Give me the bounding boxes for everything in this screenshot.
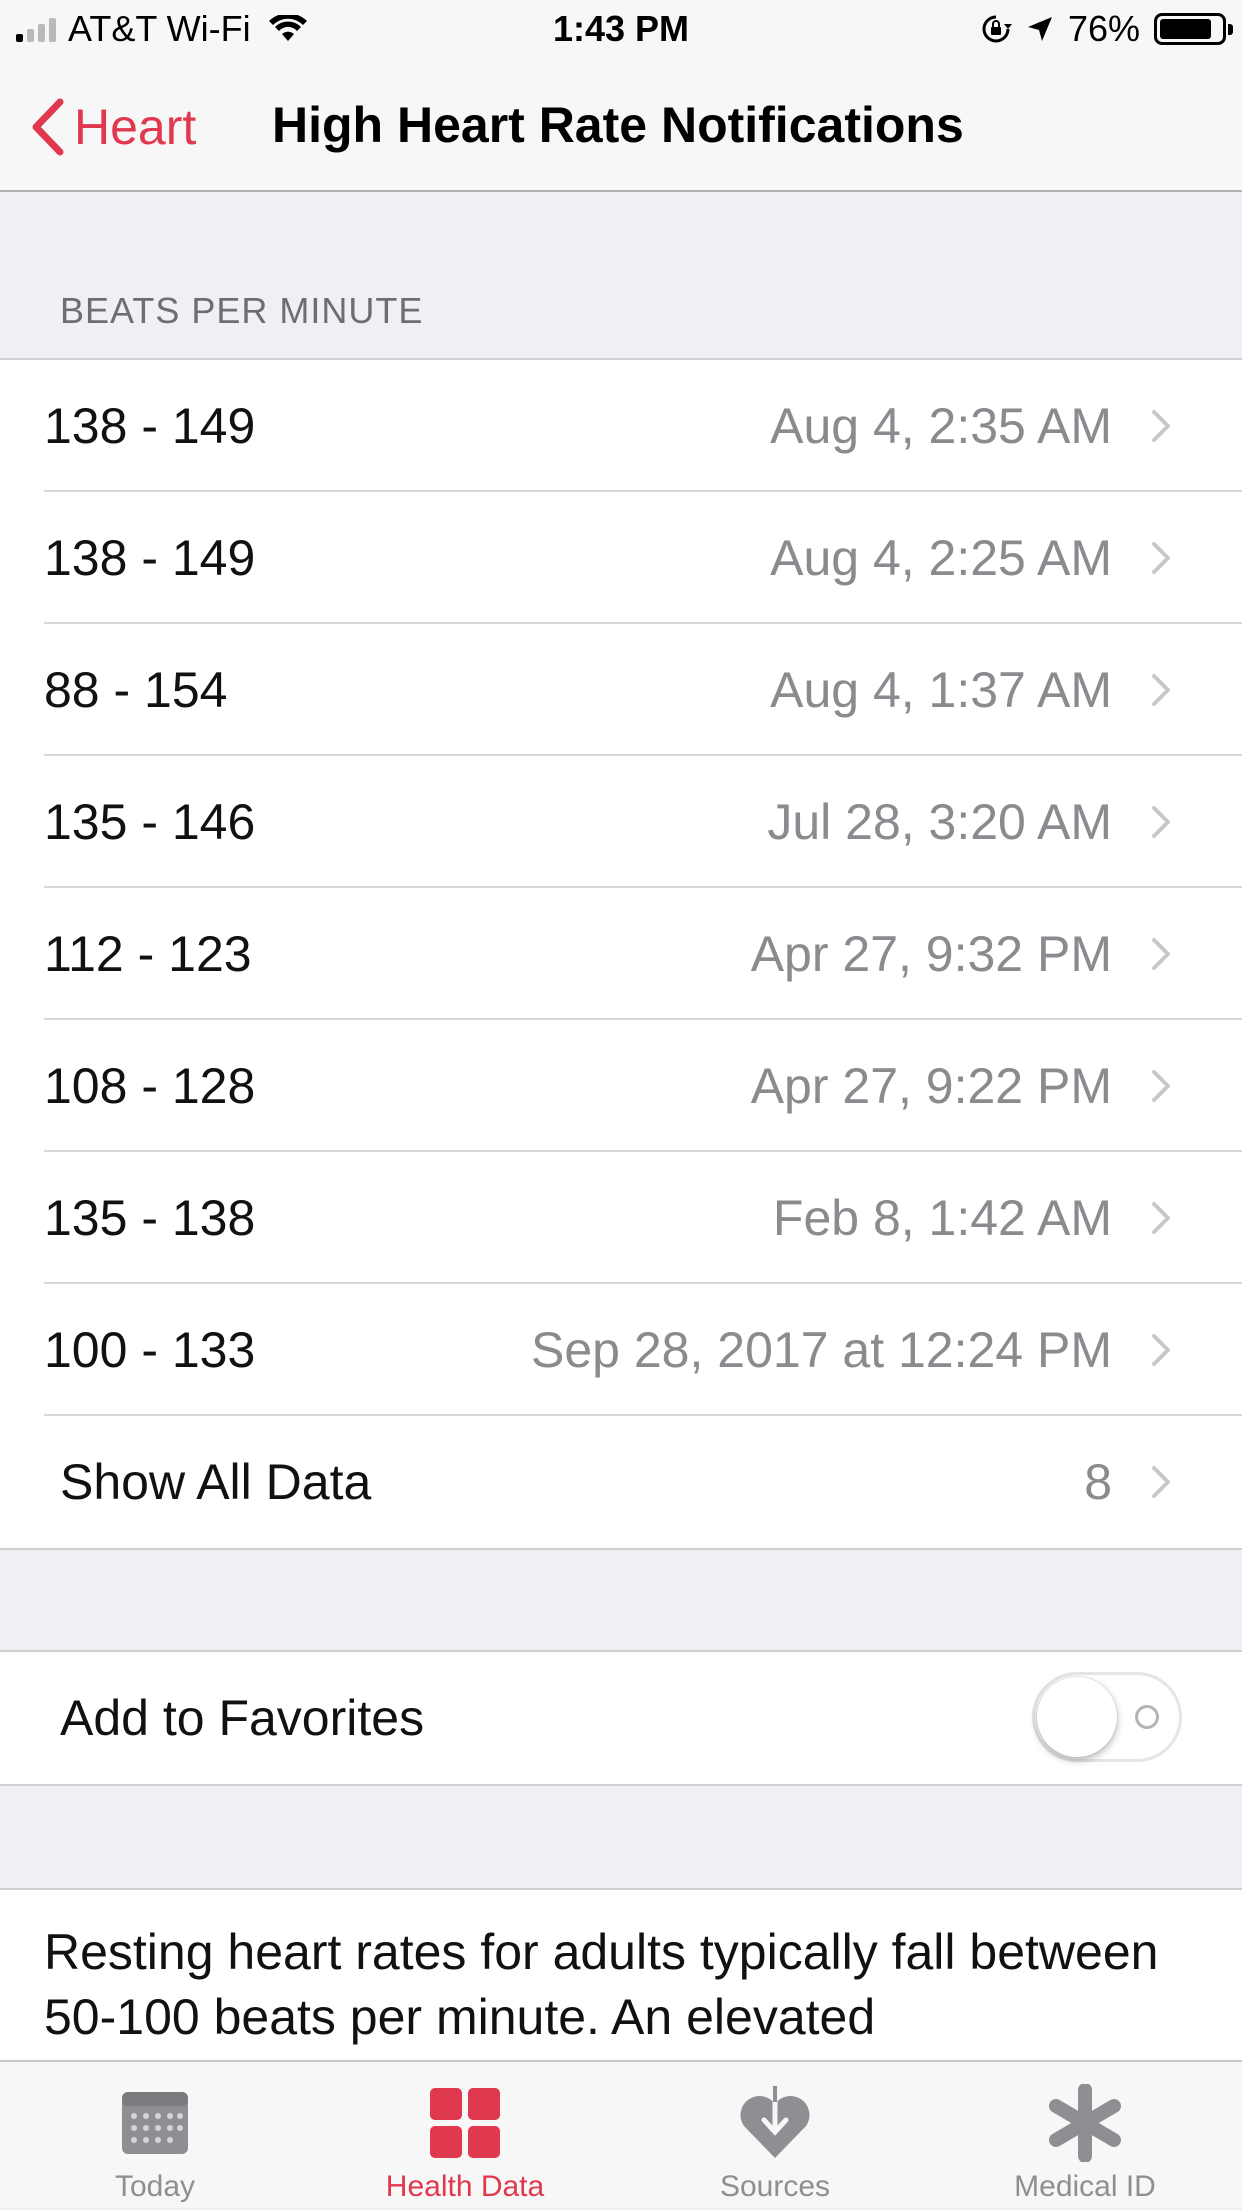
add-to-favorites-toggle[interactable] bbox=[1032, 1672, 1182, 1762]
reading-range: 135 - 138 bbox=[44, 1190, 256, 1246]
reading-date: Jul 28, 3:20 AM bbox=[767, 794, 1112, 850]
reading-range: 112 - 123 bbox=[44, 926, 252, 982]
description-text: Resting heart rates for adults typically… bbox=[44, 1924, 1159, 2045]
reading-row[interactable]: 135 - 146 Jul 28, 3:20 AM bbox=[0, 756, 1242, 888]
reading-row[interactable]: 112 - 123 Apr 27, 9:32 PM bbox=[0, 888, 1242, 1020]
reading-range: 135 - 146 bbox=[44, 794, 256, 850]
section-header: BEATS PER MINUTE bbox=[60, 290, 424, 331]
back-label: Heart bbox=[74, 99, 197, 155]
chevron-right-icon bbox=[1152, 1070, 1170, 1102]
reading-range: 138 - 149 bbox=[44, 530, 256, 586]
reading-date: Aug 4, 2:35 AM bbox=[770, 398, 1112, 454]
reading-date: Feb 8, 1:42 AM bbox=[772, 1190, 1112, 1246]
chevron-right-icon bbox=[1152, 410, 1170, 442]
asterisk-icon bbox=[1049, 2084, 1121, 2162]
reading-row[interactable]: 138 - 149 Aug 4, 2:35 AM bbox=[0, 360, 1242, 492]
reading-row[interactable]: 108 - 128 Apr 27, 9:22 PM bbox=[0, 1020, 1242, 1152]
orientation-lock-icon bbox=[982, 15, 1012, 43]
tab-bar: Today Health Data Sources Medical ID bbox=[0, 2060, 1242, 2208]
status-right: 76% bbox=[980, 8, 1233, 50]
chevron-right-icon bbox=[1152, 806, 1170, 838]
tab-sources-label: Sources bbox=[719, 2170, 831, 2203]
reading-date: Apr 27, 9:22 PM bbox=[750, 1058, 1112, 1114]
description-panel: Resting heart rates for adults typically… bbox=[0, 1888, 1242, 2068]
tab-sources[interactable]: Sources bbox=[620, 2062, 930, 2210]
add-to-favorites-row: Add to Favorites bbox=[0, 1652, 1242, 1784]
page-title: High Heart Rate Notifications bbox=[272, 97, 964, 153]
reading-row[interactable]: 135 - 138 Feb 8, 1:42 AM bbox=[0, 1152, 1242, 1284]
readings-list: 138 - 149 Aug 4, 2:35 AM 138 - 149 Aug 4… bbox=[0, 358, 1242, 1550]
reading-date: Aug 4, 1:37 AM bbox=[770, 662, 1112, 718]
reading-range: 100 - 133 bbox=[44, 1322, 256, 1378]
reading-date: Aug 4, 2:25 AM bbox=[770, 530, 1112, 586]
tab-health-data-label: Health Data bbox=[385, 2170, 545, 2203]
grid-icon bbox=[430, 2088, 500, 2158]
tab-medical-id[interactable]: Medical ID bbox=[930, 2062, 1240, 2210]
reading-range: 88 - 154 bbox=[44, 662, 228, 718]
battery-fill bbox=[1160, 19, 1211, 39]
reading-date: Apr 27, 9:32 PM bbox=[750, 926, 1112, 982]
reading-row[interactable]: 100 - 133 Sep 28, 2017 at 12:24 PM bbox=[0, 1284, 1242, 1416]
favorites-group: Add to Favorites bbox=[0, 1650, 1242, 1786]
chevron-right-icon bbox=[1152, 674, 1170, 706]
battery-icon bbox=[1154, 13, 1233, 45]
battery-percent: 76% bbox=[1067, 8, 1140, 49]
back-button[interactable]: Heart bbox=[30, 98, 196, 156]
show-all-data-count: 8 bbox=[1084, 1454, 1112, 1510]
reading-date: Sep 28, 2017 at 12:24 PM bbox=[531, 1322, 1112, 1378]
chevron-right-icon bbox=[1152, 938, 1170, 970]
chevron-left-icon bbox=[32, 98, 64, 156]
heart-download-icon bbox=[740, 2086, 810, 2158]
status-bar: AT&T Wi-Fi 1:43 PM 76% bbox=[0, 0, 1242, 60]
chevron-right-icon bbox=[1152, 542, 1170, 574]
add-to-favorites-label: Add to Favorites bbox=[60, 1690, 425, 1746]
reading-row[interactable]: 138 - 149 Aug 4, 2:25 AM bbox=[0, 492, 1242, 624]
chevron-right-icon bbox=[1152, 1202, 1170, 1234]
reading-row[interactable]: 88 - 154 Aug 4, 1:37 AM bbox=[0, 624, 1242, 756]
navigation-bar: Heart High Heart Rate Notifications bbox=[0, 60, 1242, 192]
reading-range: 108 - 128 bbox=[44, 1058, 256, 1114]
show-all-data-row[interactable]: Show All Data 8 bbox=[0, 1416, 1242, 1548]
calendar-icon bbox=[122, 2092, 188, 2154]
tab-today[interactable]: Today bbox=[0, 2062, 310, 2210]
toggle-knob bbox=[1037, 1677, 1117, 1757]
tab-today-label: Today bbox=[114, 2170, 196, 2203]
tab-medical-id-label: Medical ID bbox=[1014, 2170, 1156, 2203]
tab-health-data[interactable]: Health Data bbox=[310, 2062, 620, 2210]
chevron-right-icon bbox=[1152, 1466, 1170, 1498]
toggle-off-indicator-icon bbox=[1135, 1705, 1159, 1729]
location-arrow-icon bbox=[1027, 17, 1052, 41]
chevron-right-icon bbox=[1152, 1334, 1170, 1366]
reading-range: 138 - 149 bbox=[44, 398, 256, 454]
show-all-data-label: Show All Data bbox=[60, 1454, 372, 1510]
